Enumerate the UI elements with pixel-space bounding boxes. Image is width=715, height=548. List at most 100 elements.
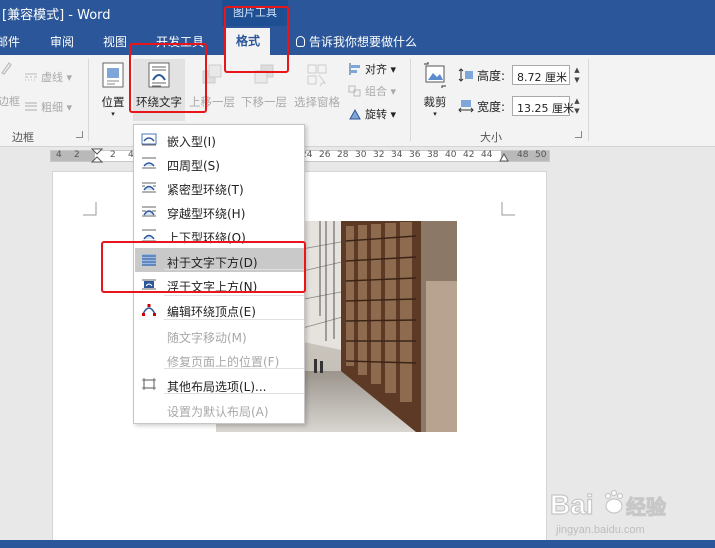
square-wrap-icon (142, 157, 156, 169)
width-icon (458, 100, 474, 113)
align-label: 对齐 (365, 63, 387, 76)
wrap-menu-item-label: 随文字移动(M) (167, 331, 247, 345)
dash-button[interactable]: 虚线 ▾ (24, 69, 72, 85)
position-button[interactable]: 位置 ▾ (96, 59, 130, 121)
tight-wrap-icon (142, 182, 156, 193)
crop-icon (424, 62, 446, 88)
menu-separator (164, 295, 304, 296)
ruler-tick-label: 44 (481, 150, 493, 160)
tell-me-search[interactable]: 告诉我你想要做什么 (296, 33, 417, 50)
width-input[interactable]: 13.25 厘米 (512, 96, 574, 116)
dash-label: 虚线 (41, 71, 63, 84)
crop-dropdown-arrow: ▾ (433, 110, 437, 118)
tab-view[interactable]: 视图 (103, 33, 127, 50)
border-dialog-launcher[interactable] (76, 131, 83, 138)
indent-marker-icon[interactable] (90, 148, 104, 164)
wrap-menu-item-label: 修复页面上的位置(F) (167, 355, 280, 369)
wrap-menu-item-0[interactable]: 嵌入型(I) (135, 127, 304, 151)
rotate-label: 旋转 (365, 108, 387, 121)
layout-options-icon (142, 378, 156, 390)
group-separator (88, 59, 89, 141)
baidu-logo-icon: Bai 经验 (550, 488, 667, 520)
height-input[interactable]: 8.72 厘米 (512, 65, 570, 85)
wrap-menu-item-1[interactable]: 四周型(S) (135, 151, 304, 175)
wrap-menu-item-label: 紧密型环绕(T) (167, 183, 244, 197)
rotate-button[interactable]: 旋转 ▾ (348, 106, 396, 122)
border-group-label: 边框 (12, 131, 34, 144)
weight-button[interactable]: 粗细 ▾ (24, 99, 72, 115)
selection-pane-icon (307, 64, 327, 87)
top-bottom-wrap-icon (142, 229, 156, 242)
ruler-tick-label: 34 (391, 150, 403, 160)
wrap-menu-item-3[interactable]: 穿越型环绕(H) (135, 199, 304, 223)
annotation-behind-text (101, 241, 306, 293)
wrap-menu-item-label: 编辑环绕顶点(E) (167, 305, 256, 319)
height-stepper[interactable]: ▲ ▼ (571, 65, 583, 85)
weight-label: 粗细 (41, 101, 63, 114)
wrap-menu-item-7[interactable]: 编辑环绕顶点(E) (135, 297, 304, 321)
window-title: [兼容模式] - Word (2, 8, 111, 23)
ruler-tick-label: 38 (427, 150, 439, 160)
wrap-menu-item-label: 其他布局选项(L)... (167, 380, 267, 394)
ruler-tick-label: 36 (409, 150, 421, 160)
ruler-tick-label: 26 (319, 150, 331, 160)
lightbulb-icon (296, 36, 305, 47)
annotation-wrap-text (129, 43, 207, 113)
tab-mailings[interactable]: 邮件 (0, 33, 20, 50)
align-button[interactable]: 对齐 ▾ (348, 61, 396, 77)
menu-separator (164, 368, 304, 369)
wrap-menu-item-11: 设置为默认布局(A) (135, 397, 304, 421)
annotation-format-tab (224, 6, 289, 73)
selection-pane-label: 选择窗格 (294, 95, 340, 109)
ruler-tick-label: 2 (110, 150, 116, 160)
crop-mark-icon (83, 202, 97, 216)
tell-me-text: 告诉我你想要做什么 (309, 35, 418, 49)
group-button[interactable]: 组合 ▾ (348, 83, 396, 99)
watermark-brand: Bai (550, 489, 594, 520)
selection-pane-button[interactable]: 选择窗格 (292, 59, 342, 121)
group-icon (348, 85, 361, 97)
baidu-watermark: Bai 经验 jingyan.baidu.com (548, 482, 708, 542)
ruler-tick-label: 28 (337, 150, 349, 160)
height-label: 高度: (477, 69, 506, 83)
wrap-menu-item-label: 设置为默认布局(A) (167, 405, 269, 419)
border-button[interactable]: 边框 (0, 93, 20, 109)
group-label: 组合 (365, 85, 387, 98)
ruler-tick-label: 30 (355, 150, 367, 160)
position-icon (102, 62, 124, 88)
height-icon (458, 68, 473, 82)
menu-separator (164, 319, 304, 320)
wrap-menu-item-label: 四周型(S) (167, 159, 220, 173)
inline-wrap-icon (141, 133, 157, 146)
ruler-tick-label: 42 (463, 150, 475, 160)
wrap-menu-item-label: 穿越型环绕(H) (167, 207, 246, 221)
tab-review[interactable]: 审阅 (50, 33, 74, 50)
through-wrap-icon (142, 206, 156, 217)
edit-wrap-points-icon (142, 304, 156, 316)
horizontal-ruler: 4 2 2 4 24 26 28 30 32 34 36 38 40 42 44 48 50 (0, 147, 715, 165)
wrap-menu-item-2[interactable]: 紧密型环绕(T) (135, 175, 304, 199)
height-label-group: 高度: (458, 67, 505, 84)
width-label-group: 宽度: (458, 98, 505, 115)
position-label: 位置 (101, 95, 125, 109)
size-dialog-launcher[interactable] (575, 131, 582, 138)
position-dropdown-arrow: ▾ (111, 110, 115, 118)
watermark-url: jingyan.baidu.com (556, 524, 645, 536)
group-separator (410, 59, 411, 141)
size-group-label: 大小 (480, 131, 502, 144)
pen-icon (0, 61, 12, 78)
ribbon: 边框 虚线 ▾ 粗细 ▾ 边框 位置 ▾ 环绕文字 上移一层 下移一层 选择窗格… (0, 55, 715, 147)
wrap-menu-item-8: 随文字移动(M) (135, 323, 304, 347)
group-separator (588, 59, 589, 141)
rotate-icon (349, 108, 361, 120)
width-label: 宽度: (477, 100, 506, 114)
right-indent-marker-icon[interactable] (499, 153, 509, 163)
crop-button[interactable]: 裁剪 ▾ (418, 59, 452, 121)
ruler-tick-label: 50 (535, 150, 547, 160)
crop-mark-icon (501, 202, 515, 216)
ribbon-tab-bar: 邮件 审阅 视图 开发工具 格式 告诉我你想要做什么 (0, 26, 715, 55)
ruler-tick-label: 40 (445, 150, 457, 160)
title-bar: [兼容模式] - Word (0, 0, 715, 26)
width-stepper[interactable]: ▲ ▼ (571, 96, 583, 116)
ruler-tick-label: 32 (373, 150, 385, 160)
